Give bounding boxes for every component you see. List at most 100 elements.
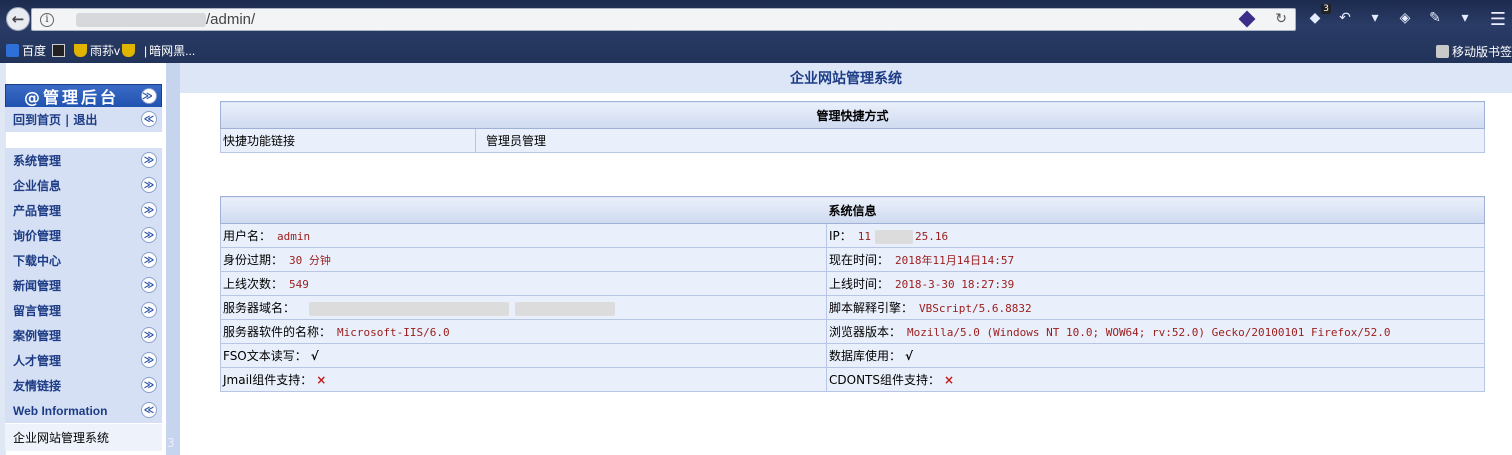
info-cell: IP： 11 25.16 [826,223,1485,248]
info-cell: 上线时间： 2018-3-30 18:27:39 [826,271,1485,296]
cross-icon: × [944,373,955,387]
sidebar-item-cases[interactable]: 案例管理 ≫ [5,323,162,348]
dropdown-icon[interactable]: ▾ [1365,8,1385,28]
info-value: Mozilla/5.0 (Windows NT 10.0; WOW64; rv:… [907,326,1391,339]
sidebar-item-label: 下载中心 [13,254,62,268]
divider-handle: 3 [167,436,175,450]
sidebar-subitem-system-name[interactable]: 企业网站管理系统 [5,423,162,451]
sidebar-item-downloads[interactable]: 下载中心 ≫ [5,248,162,273]
info-cell: 数据库使用： √ [826,343,1485,368]
chevron-down-icon[interactable]: ≫ [141,377,157,393]
redacted-block [875,229,914,244]
sidebar-item-web-information[interactable]: Web Information ≪ [5,398,162,423]
sidebar-item-system[interactable]: 系统管理 ≫ [5,148,162,173]
table-row: 用户名： admin IP： 11 25.16 [220,223,1485,248]
sidebar-item-label: 人才管理 [13,354,62,368]
info-value: 2018年11月14日14:57 [895,254,1015,267]
pen-icon[interactable]: ✎ [1425,8,1445,28]
bookmark-yusun[interactable]: 雨荪v [74,42,138,59]
info-cell: 上线次数： 549 [220,271,827,296]
reload-icon[interactable]: ↻ [1275,11,1287,27]
sidebar-item-talent[interactable]: 人才管理 ≫ [5,348,162,373]
browser-chrome: ← i /admin/ ↻ ◆ 3 ↶ ▾ ◈ ✎ ▾ ☰ 百度 雨荪v | 暗… [0,0,1512,63]
sysinfo-header: 系统信息 [220,196,1485,224]
sidebar-item-inquiry[interactable]: 询价管理 ≫ [5,223,162,248]
shield-icon-2 [122,44,136,57]
info-cell: 现在时间： 2018年11月14日14:57 [826,247,1485,272]
undo-icon[interactable]: ↶ [1335,8,1355,28]
info-label: 服务器域名： [223,301,296,315]
sidebar-item-label: 友情链接 [13,379,62,393]
info-value: 2018-3-30 18:27:39 [895,278,1015,291]
extension-icon[interactable]: ◈ [1395,8,1415,28]
check-icon: √ [310,349,319,363]
sidebar-item-label: 产品管理 [13,204,62,218]
extension-gem-icon[interactable] [1238,10,1256,28]
info-cell: FSO文本读写： √ [220,343,827,368]
chevron-down-icon[interactable]: ≫ [141,327,157,343]
sidebar-divider[interactable]: 3 [166,63,180,455]
bookmark-baidu[interactable]: 百度 [6,42,46,59]
chevron-down-icon[interactable]: ≫ [141,227,157,243]
sidebar-item-company[interactable]: 企业信息 ≫ [5,173,162,198]
sidebar-item-messages[interactable]: 留言管理 ≫ [5,298,162,323]
info-value: 11 [857,230,872,243]
info-label: 脚本解释引擎： [829,301,914,315]
check-icon: √ [905,349,914,363]
chevron-down-icon[interactable]: ≫ [141,88,157,104]
downloads-icon[interactable]: ◆ 3 [1305,4,1331,28]
dropdown-icon-2[interactable]: ▾ [1455,8,1475,28]
info-label: 现在时间： [829,253,890,267]
chevron-up-icon[interactable]: ≪ [141,111,157,127]
logout-link[interactable]: 退出 [73,111,97,128]
bookmark-darkweb[interactable]: | 暗网黑... [144,42,195,59]
hamburger-menu-icon[interactable]: ☰ [1490,9,1506,30]
sidebar-item-label: 询价管理 [13,229,62,243]
chevron-down-icon[interactable]: ≫ [141,302,157,318]
table-row: Jmail组件支持： × CDONTS组件支持： × [220,367,1485,392]
sidebar-item-label: 新闻管理 [13,279,62,293]
back-button[interactable]: ← [6,7,30,31]
chevron-up-icon[interactable]: ≪ [141,402,157,418]
chevron-down-icon[interactable]: ≫ [141,202,157,218]
browser-navbar: ← i /admin/ ↻ ◆ 3 ↶ ▾ ◈ ✎ ▾ ☰ [0,0,1512,37]
sidebar-item-label: 留言管理 [13,304,62,318]
home-link[interactable]: 回到首页 [13,111,61,128]
back-arrow-icon: ← [11,10,25,28]
cross-icon: × [316,373,327,387]
admin-manage-link[interactable]: 管理员管理 [475,128,1485,153]
sidebar-item-label: Web Information [13,403,108,418]
redacted-block [309,301,510,316]
chevron-down-icon[interactable]: ≫ [141,352,157,368]
sidebar: @管理后台 ≫ 回到首页 | 退出 ≪ 系统管理 ≫ 企业信息 ≫ 产品管理 ≫… [0,63,170,455]
sidebar-item-label: 系统管理 [13,154,62,168]
sidebar-item-products[interactable]: 产品管理 ≫ [5,198,162,223]
shortcut-label: 快捷功能链接 [220,128,476,153]
info-label: IP： [829,229,852,243]
bookmark-icon-only[interactable] [52,44,68,57]
table-row: FSO文本读写： √ 数据库使用： √ [220,343,1485,368]
info-cell: 脚本解释引擎： VBScript/5.6.8832 [826,295,1485,320]
table-row: 身份过期： 30 分钟 现在时间： 2018年11月14日14:57 [220,247,1485,272]
sidebar-item-label: 企业信息 [13,179,62,193]
brand-title: @管理后台 [24,88,120,107]
info-cell: Jmail组件支持： × [220,367,827,392]
sidebar-item-news[interactable]: 新闻管理 ≫ [5,273,162,298]
chevron-down-icon[interactable]: ≫ [141,277,157,293]
info-icon[interactable]: i [40,12,54,27]
info-label: CDONTS组件支持： [829,373,940,387]
toolbar-icons: ◆ 3 ↶ ▾ ◈ ✎ ▾ [1305,4,1475,28]
url-host-redacted [76,12,206,27]
triangle-icon [52,44,66,57]
chevron-down-icon[interactable]: ≫ [141,152,157,168]
info-label: 上线次数： [223,277,284,291]
baidu-icon [6,44,19,57]
info-cell: 服务器域名： [220,295,827,320]
chevron-down-icon[interactable]: ≫ [141,177,157,193]
sidebar-item-links[interactable]: 友情链接 ≫ [5,373,162,398]
table-row: 上线次数： 549 上线时间： 2018-3-30 18:27:39 [220,271,1485,296]
address-bar[interactable]: i /admin/ ↻ [31,8,1296,31]
chevron-down-icon[interactable]: ≫ [141,252,157,268]
mobile-bookmarks[interactable]: 移动版书签 [1435,43,1512,60]
info-value: 25.16 [915,230,949,243]
